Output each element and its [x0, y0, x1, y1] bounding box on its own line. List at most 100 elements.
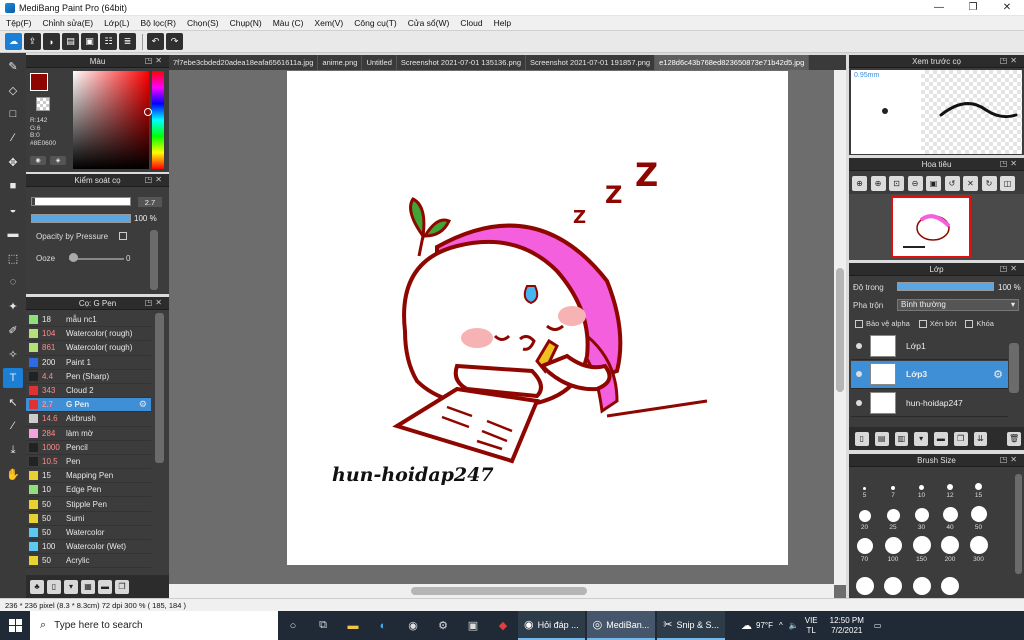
brush-list-item[interactable]: 100 Watercolor (Wet) — [26, 540, 151, 555]
lock-option[interactable]: Khóa — [965, 319, 994, 329]
foreground-color-swatch[interactable] — [30, 73, 48, 91]
rotate-right-icon[interactable]: ↻ — [981, 176, 997, 191]
new-8bit-layer-icon[interactable]: ▥ — [894, 431, 909, 446]
rotate-left-icon[interactable]: ↺ — [944, 176, 960, 191]
zoom-out-icon[interactable]: ⊖ — [907, 176, 923, 191]
brush-list-item[interactable]: 10.5 Pen — [26, 454, 151, 470]
layer-opacity-slider[interactable] — [897, 282, 994, 291]
panel-controls-icon[interactable]: ◳✕ — [145, 175, 165, 184]
brush-size-option[interactable]: 50 — [965, 504, 992, 531]
brush-list-item[interactable]: 50 Watercolor — [26, 525, 151, 540]
fill-rect-tool-icon[interactable]: ■ — [3, 176, 23, 196]
add-brush-icon[interactable]: ♣ — [30, 579, 44, 594]
brush-list-scrollbar[interactable] — [155, 313, 164, 463]
visibility-icon[interactable] — [856, 399, 862, 406]
color-palette-icon[interactable]: ◉ — [30, 156, 46, 165]
menu-item-10[interactable]: Cloud — [460, 18, 482, 28]
layer-row[interactable]: Lớp1 — [851, 332, 1008, 360]
new-halftone-layer-icon[interactable]: ▤ — [874, 431, 889, 446]
brush-size-option[interactable]: 100 — [880, 536, 907, 563]
tray-chevron-icon[interactable]: ^ — [779, 621, 783, 630]
brush-settings-icon[interactable]: ▦ — [81, 579, 95, 594]
brush-size-option[interactable]: 40 — [937, 504, 964, 531]
rectangle-tool-icon[interactable]: □ — [3, 104, 23, 124]
panel-controls-icon[interactable]: ◳✕ — [1000, 56, 1020, 65]
opacity-by-pressure-checkbox[interactable] — [119, 232, 127, 240]
layer-row[interactable]: hun-hoidap247 — [851, 389, 1008, 417]
menu-item-2[interactable]: Lớp(L) — [104, 18, 129, 28]
layer-folder-icon[interactable]: ▬ — [934, 431, 948, 446]
blend-mode-select[interactable]: Bình thường ▾ — [897, 299, 1019, 311]
hand-tool-icon[interactable]: ✋ — [3, 464, 23, 484]
grid-icon[interactable]: ☷ — [100, 33, 117, 50]
brush-size-option[interactable]: 20 — [851, 504, 878, 531]
store-icon[interactable]: ▣ — [458, 611, 488, 640]
hue-slider[interactable] — [152, 71, 164, 169]
file-explorer-icon[interactable]: ▬ — [338, 611, 368, 640]
brush-list-item[interactable]: 200 Paint 1 — [26, 355, 151, 370]
actual-size-icon[interactable]: ▣ — [926, 176, 941, 191]
operation-tool-icon[interactable]: ↖ — [3, 392, 23, 412]
brush-size-option[interactable]: 70 — [851, 536, 878, 563]
taskbar-search-box[interactable]: ⌕ Type here to search — [30, 611, 278, 640]
brush-control-scrollbar[interactable] — [150, 230, 158, 290]
canvas-horizontal-scrollbar[interactable] — [169, 584, 834, 598]
new-layer-icon[interactable]: ▯ — [855, 431, 869, 446]
new-brush-icon[interactable]: ▯ — [47, 579, 61, 594]
task-view-icon[interactable]: ⧉ — [308, 611, 338, 640]
document-tab[interactable]: anime.png — [318, 55, 363, 70]
document-tab[interactable]: e128d6c43b768ed823650873e71b42d5.jpg — [655, 55, 810, 70]
menu-item-5[interactable]: Chụp(N) — [230, 18, 262, 28]
brush-list-item[interactable]: 4.4 Pen (Sharp) — [26, 369, 151, 384]
gradient-tool-icon[interactable]: ▬ — [3, 224, 23, 244]
document-tab[interactable]: Untitled — [362, 55, 397, 70]
app-red-icon[interactable]: ◆ — [488, 611, 518, 640]
notification-icon[interactable]: ▭ — [874, 621, 882, 630]
brush-opacity-slider[interactable] — [31, 214, 131, 223]
lasso-tool-icon[interactable]: ◌ — [3, 272, 23, 292]
brush-list-item[interactable]: 343 Cloud 2 — [26, 383, 151, 399]
navigator-thumbnail[interactable] — [891, 196, 971, 258]
menu-item-6[interactable]: Màu (C) — [273, 18, 304, 28]
brush-list-item[interactable]: 18 mẫu nc1 — [26, 313, 151, 328]
media-player-icon[interactable]: ◉ — [398, 611, 428, 640]
visibility-icon[interactable] — [856, 342, 862, 349]
menu-item-11[interactable]: Help — [494, 18, 511, 28]
cloud-icon[interactable]: ☁ — [5, 33, 22, 50]
brush-list-item[interactable]: 50 Acrylic — [26, 554, 151, 569]
merge-layer-icon[interactable]: ⇊ — [973, 431, 988, 446]
maximize-button[interactable]: ❐ — [956, 0, 990, 16]
color-settings-icon[interactable]: ◈ — [50, 156, 66, 165]
brush-size-option[interactable]: 30 — [908, 504, 935, 531]
upload-icon[interactable]: ⇪ — [24, 33, 41, 50]
document-tab[interactable]: Screenshot 2021-07-01 191857.png — [526, 55, 656, 70]
menu-item-4[interactable]: Chọn(S) — [187, 18, 219, 28]
fit-icon[interactable]: ⊡ — [889, 176, 904, 191]
menu-item-3[interactable]: Bộ lọc(R) — [141, 18, 176, 28]
color-picker-cursor[interactable] — [144, 108, 152, 116]
clock[interactable]: 12:50 PM 7/2/2021 — [830, 616, 864, 636]
settings-icon[interactable]: ⚙ — [428, 611, 458, 640]
brush-size-option[interactable] — [908, 568, 935, 595]
select-eraser-tool-icon[interactable]: ✧ — [3, 344, 23, 364]
brush-menu-icon[interactable]: ▾ — [64, 579, 78, 594]
brush-size-option[interactable]: 5 — [851, 472, 878, 499]
pen-tool-icon[interactable]: ∕ — [3, 128, 23, 148]
panel-controls-icon[interactable]: ◳✕ — [145, 298, 165, 307]
taskbar-app-button[interactable]: ✂ Snip & S... — [657, 611, 726, 640]
list-icon[interactable]: ≣ — [119, 33, 136, 50]
redo-icon[interactable]: ↷ — [166, 33, 183, 50]
brush-size-option[interactable]: 200 — [937, 536, 964, 563]
brush-size-option[interactable]: 300 — [965, 536, 992, 563]
undo-icon[interactable]: ↶ — [147, 33, 164, 50]
brush-list-item[interactable]: 2.7 G Pen ⚙ — [26, 398, 151, 413]
start-button[interactable] — [0, 611, 30, 640]
eyedropper-tool-icon[interactable]: ⤓ — [3, 440, 23, 460]
layer-list-scrollbar[interactable] — [1009, 343, 1019, 393]
menu-item-0[interactable]: Tệp(F) — [6, 18, 32, 28]
speech-bubble-icon[interactable]: ◗ — [43, 33, 60, 50]
brush-size-value[interactable]: 2.7 — [138, 197, 162, 207]
brush-tool-icon[interactable]: ✎ — [3, 56, 23, 76]
background-color-swatch[interactable] — [36, 97, 50, 111]
brush-size-option[interactable] — [851, 568, 878, 595]
